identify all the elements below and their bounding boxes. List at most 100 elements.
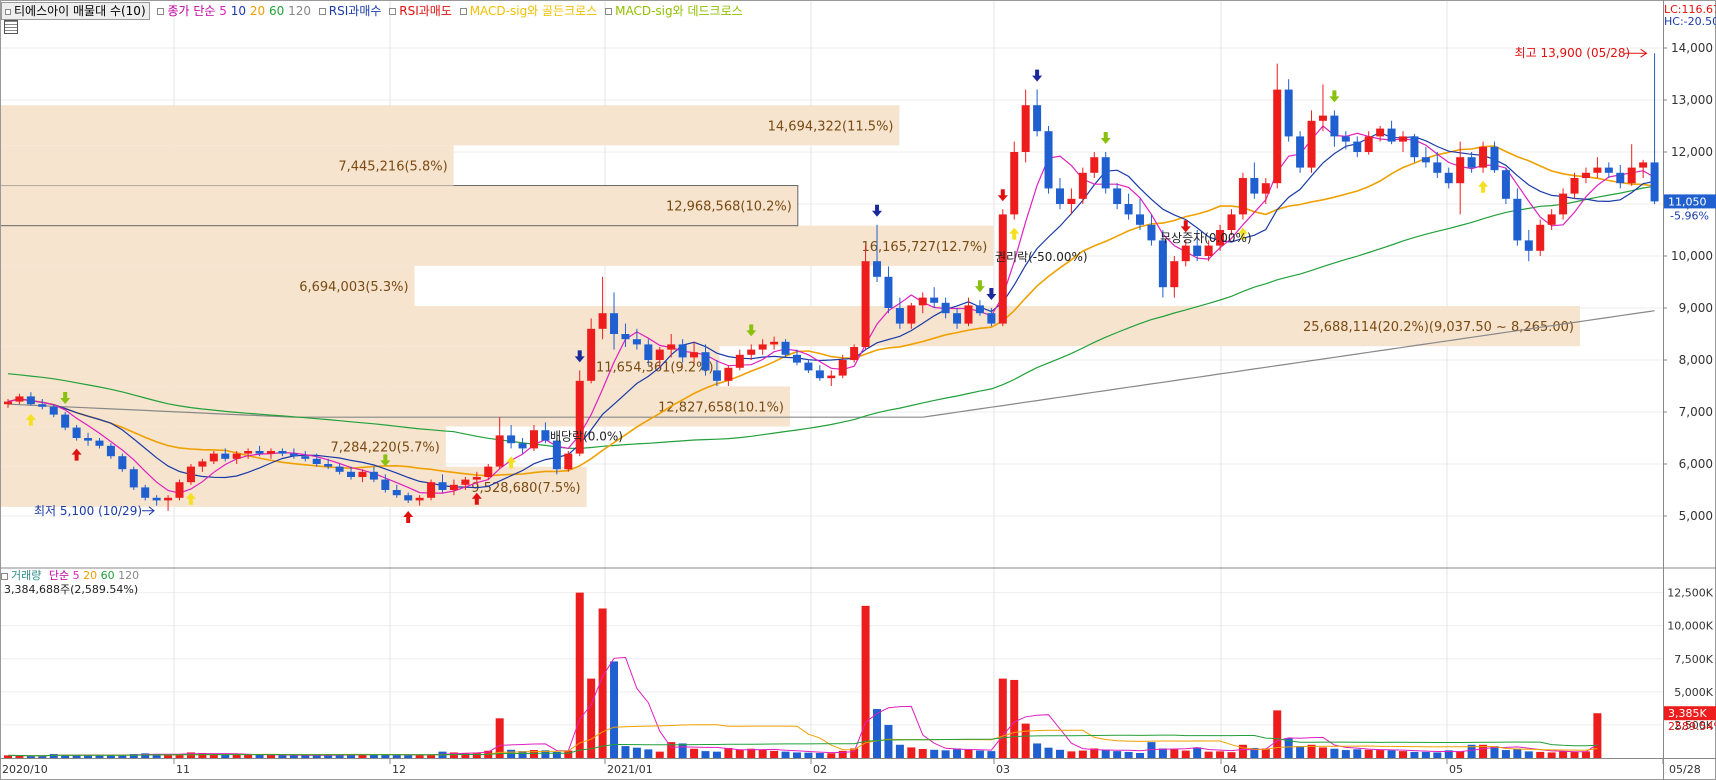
- candle-body: [1261, 183, 1270, 194]
- candle-body: [358, 471, 367, 477]
- y-tick-label: 10,000: [1671, 249, 1713, 263]
- candle-body: [186, 466, 195, 483]
- legend-ma-label[interactable]: 종가 단순: [167, 4, 215, 18]
- legend-volume-main[interactable]: 거래량: [11, 569, 41, 582]
- candle-body: [998, 214, 1007, 324]
- volume-bar: [1193, 747, 1202, 758]
- volume-bar: [655, 751, 664, 758]
- volume-bar: [1124, 751, 1133, 758]
- volume-bar: [701, 751, 710, 758]
- candle-body: [529, 430, 538, 449]
- candle-body: [861, 261, 870, 347]
- volume-bar: [735, 749, 744, 758]
- legend-rsi-sell[interactable]: RSI과매도: [399, 4, 452, 18]
- volume-bar: [610, 661, 619, 758]
- candle-body: [1204, 245, 1213, 256]
- candle-body: [118, 456, 127, 470]
- macd-dead-arrow: [872, 204, 883, 217]
- golden-cross-arrow: [1009, 227, 1020, 240]
- volume-bar: [1559, 751, 1568, 758]
- volume-bar: [804, 752, 813, 758]
- legend-main-label[interactable]: 티에스아이 매물대 수(10): [1, 2, 150, 20]
- candle-body: [1250, 178, 1259, 194]
- volume-bar: [1055, 749, 1064, 758]
- x-tick-label: 05: [1449, 763, 1463, 776]
- x-tick-label: 2021/01: [607, 763, 653, 776]
- volume-bar: [95, 755, 104, 758]
- volume-info: 3,384,688주(2,589.54%): [4, 583, 139, 596]
- volume-bar: [1513, 748, 1522, 758]
- macd-dead-arrow: [1032, 69, 1043, 82]
- volume-bar: [724, 747, 733, 758]
- candle-body: [49, 406, 58, 415]
- candle-body: [1501, 170, 1510, 199]
- candle-body: [792, 354, 801, 363]
- volume-bar: [770, 750, 779, 758]
- candle-body: [255, 451, 264, 454]
- legend-macd-golden[interactable]: MACD-sig와 골든크로스: [470, 4, 598, 18]
- volume-bar: [472, 752, 481, 758]
- legend-volume-ma-label[interactable]: 단순: [49, 569, 69, 582]
- volume-bars[interactable]: [3, 592, 1602, 758]
- legend-ma10[interactable]: 10: [231, 4, 246, 18]
- volume-bar: [621, 746, 630, 758]
- legend-volume-ma5[interactable]: 5: [73, 569, 80, 582]
- candle-body: [1376, 128, 1385, 137]
- candle-body: [953, 313, 962, 324]
- candle-body: [1330, 115, 1339, 137]
- legend-ma120[interactable]: 120: [288, 4, 311, 18]
- candle-body: [1158, 240, 1167, 288]
- candle-body: [495, 435, 504, 467]
- profile-label: 12,968,568(10.2%): [666, 200, 792, 215]
- candle-body: [1033, 105, 1042, 132]
- volume-bar: [232, 754, 241, 758]
- legend-ma5[interactable]: 5: [219, 4, 227, 18]
- candle-body: [610, 313, 619, 334]
- volume-bar: [1158, 748, 1167, 758]
- volume-bar: [255, 754, 264, 758]
- volume-bar: [1341, 750, 1350, 758]
- candle-body: [598, 313, 607, 329]
- volume-tick-label: 5,000K: [1674, 686, 1713, 699]
- dividend-annotation: 배당락(0.0%): [550, 430, 623, 444]
- volume-tick-label: 10,000K: [1667, 620, 1713, 633]
- volume-bar: [404, 755, 413, 758]
- legend-volume-ma60[interactable]: 60: [101, 569, 115, 582]
- legend-volume-ma20[interactable]: 20: [83, 569, 97, 582]
- volume-ma-lines: [7, 656, 1598, 757]
- rsi-overbought-arrow: [997, 189, 1008, 202]
- profile-label: 14,694,322(11.5%): [768, 119, 894, 134]
- candle-body: [1456, 157, 1465, 184]
- candle-body: [381, 479, 390, 490]
- rights-annotation: 권리락(-50.00%): [995, 250, 1088, 264]
- candle-body: [1101, 157, 1110, 189]
- candle-body: [1193, 245, 1202, 256]
- legend-rsi-buy[interactable]: RSI과매수: [329, 4, 382, 18]
- candle-body: [1536, 224, 1545, 251]
- legend-volume-ma120[interactable]: 120: [118, 569, 139, 582]
- y-tick-label: 7,000: [1679, 405, 1713, 419]
- current-price-change: -5.96%: [1670, 209, 1709, 222]
- y-tick-label: 5,000: [1679, 509, 1713, 523]
- volume-bar: [301, 755, 310, 758]
- candle-body: [1616, 172, 1625, 184]
- candle-body: [1639, 162, 1648, 168]
- candle-body: [712, 370, 721, 381]
- volume-bar: [278, 755, 287, 758]
- y-tick-label: 9,000: [1679, 301, 1713, 315]
- candle-body: [1067, 198, 1076, 204]
- volume-bar: [26, 756, 35, 758]
- table-toggle-icon[interactable]: [4, 20, 18, 34]
- volume-bar: [792, 752, 801, 758]
- legend-ma20[interactable]: 20: [250, 4, 265, 18]
- candle-body: [61, 414, 70, 428]
- candle-body: [541, 430, 550, 441]
- x-tick-label: 04: [1223, 763, 1237, 776]
- legend-macd-dead[interactable]: MACD-sig와 데드크로스: [615, 4, 743, 18]
- candle-body: [1570, 178, 1579, 194]
- stock-chart[interactable]: 25,688,114(20.2%)(9,037.50 ~ 8,265.00) 16…: [0, 0, 1716, 780]
- legend-ma60[interactable]: 60: [269, 4, 284, 18]
- volume-bar: [1547, 752, 1556, 758]
- low-annotation: 최저 5,100 (10/29): [34, 504, 142, 518]
- candle-body: [266, 451, 275, 454]
